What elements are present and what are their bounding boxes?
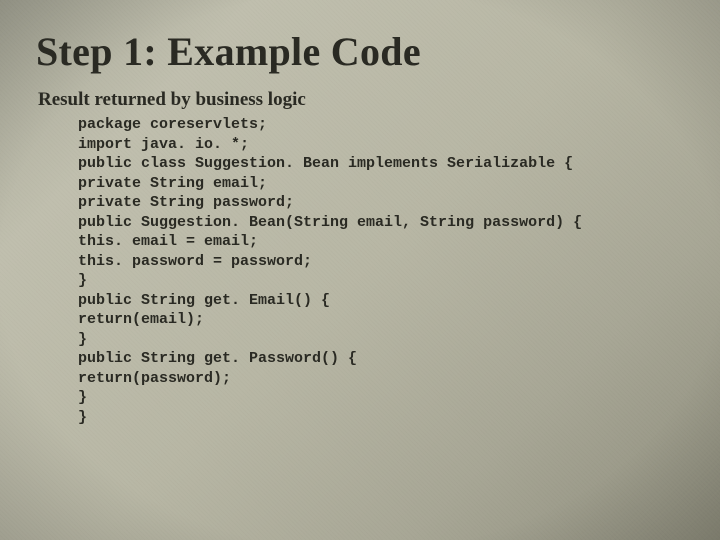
slide: Step 1: Example Code Result returned by … xyxy=(0,0,720,540)
slide-subtitle: Result returned by business logic xyxy=(38,89,684,111)
code-block: package coreservlets; import java. io. *… xyxy=(78,115,684,427)
slide-title: Step 1: Example Code xyxy=(36,28,684,75)
